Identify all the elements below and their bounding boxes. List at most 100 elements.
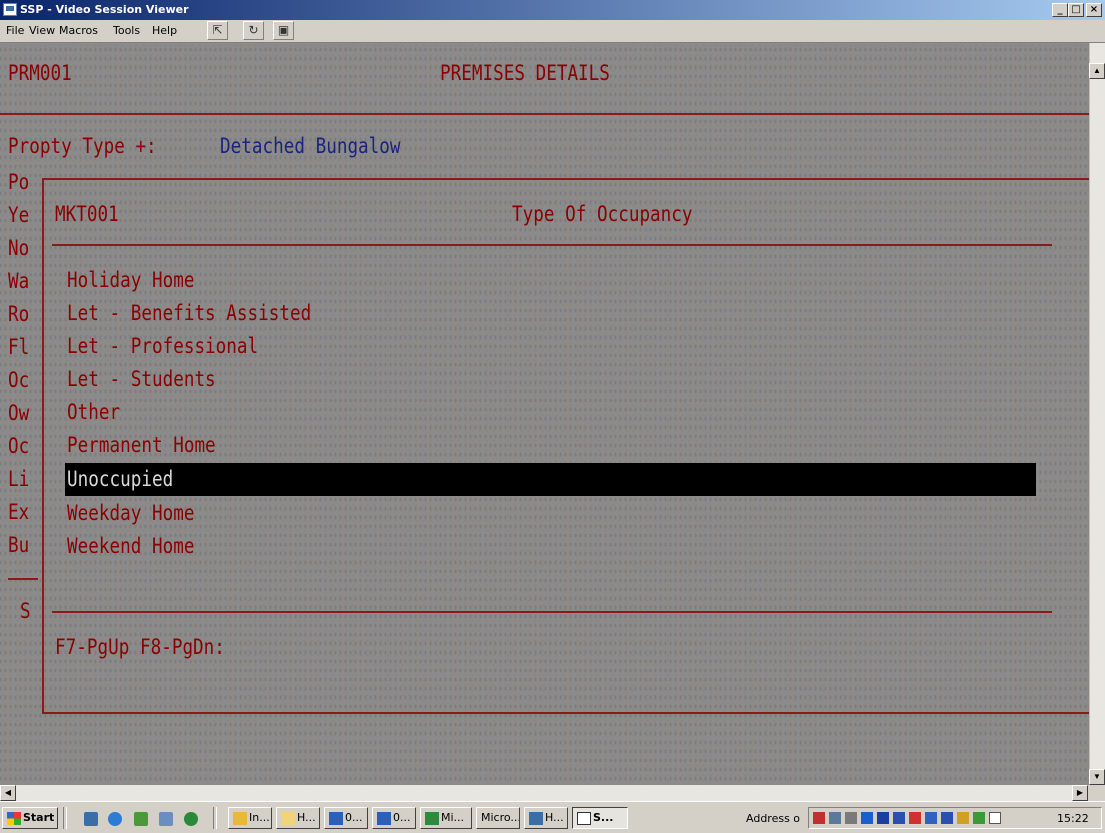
side-label: No [8,236,30,260]
volume-icon[interactable] [845,812,857,824]
window-title-bar: SSP - Video Session Viewer _ □ × [0,0,1105,20]
show-desktop-icon[interactable] [84,812,98,826]
selection-highlight [65,463,1036,496]
property-type-value[interactable]: Detached Bungalow [220,135,401,157]
task-button[interactable]: H... [524,807,568,829]
occupancy-option[interactable]: Weekday Home [67,502,194,524]
word-document-icon [377,811,391,825]
excel-icon [425,811,439,825]
popup-footer-divider [52,611,1052,613]
task-button[interactable]: Mi... [420,807,472,829]
vertical-scrollbar[interactable]: ▲ ▼ [1089,43,1105,785]
tray-app-icon[interactable] [957,812,969,824]
app-window-icon [529,811,543,825]
word-document-icon [329,811,343,825]
window-tool-icon[interactable]: ▣ [273,21,294,40]
taskbar-separator [213,807,217,829]
scroll-right-icon[interactable]: ▶ [1072,785,1088,801]
app-icon [3,3,17,16]
occupancy-option[interactable]: Permanent Home [67,434,216,456]
occupancy-option[interactable]: Let - Benefits Assisted [67,302,311,324]
side-divider [8,578,38,580]
tray-app-icon[interactable] [925,812,937,824]
popup-footer-keys: F7-PgUp F8-PgDn: [55,635,225,659]
ssp-viewer-icon [577,811,591,825]
system-tray: 15:22 [808,807,1102,829]
scroll-corner [1088,785,1105,801]
task-button[interactable]: 0... [372,807,416,829]
popup-header-divider [52,244,1052,246]
scroll-left-icon[interactable]: ◀ [0,785,16,801]
network-icon[interactable] [813,812,825,824]
menu-file[interactable]: File [6,24,24,37]
popup-left-border [42,178,44,714]
menu-bar: File View Macros Tools Help ⇱ ↻ ▣ [0,20,1105,43]
popup-bottom-border [42,712,1089,714]
scroll-up-icon[interactable]: ▲ [1089,63,1105,79]
screen-code: PRM001 [8,61,72,85]
property-type-label: Propty Type +: [8,134,157,158]
horizontal-scrollbar[interactable]: ◀ ▶ [0,785,1105,801]
quicklaunch-app-icon[interactable] [159,812,173,826]
tray-app-icon[interactable] [941,812,953,824]
side-label: Po [8,170,30,194]
side-label: Oc [8,434,30,458]
refresh-tool-icon[interactable]: ↻ [243,21,264,40]
terminal-screen[interactable]: PRM001 PREMISES DETAILS Propty Type +: D… [0,43,1089,785]
tray-app-icon[interactable] [893,812,905,824]
minimize-button[interactable]: _ [1052,3,1068,17]
task-button[interactable]: 0... [324,807,368,829]
occupancy-option[interactable]: Other [67,401,120,423]
media-player-icon[interactable] [184,812,198,826]
side-label-bottom: S [20,599,31,623]
menu-macros[interactable]: Macros [59,24,98,37]
folder-icon [281,811,295,825]
clock: 15:22 [1057,812,1089,825]
taskbar: Start In... H... 0... 0... Mi... Micro..… [0,801,1105,833]
tray-app-icon[interactable] [829,812,841,824]
popup-title: Type Of Occupancy [512,202,693,226]
address-label[interactable]: Address o [746,812,800,825]
popup-code: MKT001 [55,202,119,226]
occupancy-option-selected[interactable]: Unoccupied [67,468,173,490]
occupancy-option[interactable]: Weekend Home [67,535,194,557]
window-title: SSP - Video Session Viewer [20,3,189,16]
side-label: Ex [8,500,30,524]
internet-explorer-icon[interactable] [108,812,122,826]
side-label: Ye [8,203,30,227]
side-label: Oc [8,368,30,392]
tray-app-icon[interactable] [973,812,985,824]
task-button[interactable]: In... [228,807,272,829]
pointer-tool-icon[interactable]: ⇱ [207,21,228,40]
scroll-down-icon[interactable]: ▼ [1089,769,1105,785]
mail-icon[interactable] [989,812,1001,824]
windows-logo-icon [7,811,21,825]
side-label: Li [8,467,30,491]
side-label: Ro [8,302,30,326]
tray-app-icon[interactable] [861,812,873,824]
task-button-active[interactable]: S... [572,807,628,829]
taskbar-separator [63,807,67,829]
screen-title: PREMISES DETAILS [440,61,610,85]
occupancy-option[interactable]: Holiday Home [67,269,194,291]
tray-app-icon[interactable] [909,812,921,824]
close-button[interactable]: × [1086,3,1102,17]
occupancy-option[interactable]: Let - Students [67,368,216,390]
task-button[interactable]: H... [276,807,320,829]
start-button[interactable]: Start [2,807,58,829]
task-button[interactable]: Micro... [476,807,520,829]
menu-tools[interactable]: Tools [113,24,140,37]
side-label: Wa [8,269,30,293]
language-icon[interactable] [877,812,889,824]
side-label: Bu [8,533,30,557]
menu-view[interactable]: View [29,24,55,37]
header-divider [0,113,1089,115]
maximize-button[interactable]: □ [1068,3,1084,17]
occupancy-option[interactable]: Let - Professional [67,335,258,357]
side-label: Fl [8,335,30,359]
quicklaunch-app-icon[interactable] [134,812,148,826]
menu-help[interactable]: Help [152,24,177,37]
side-label: Ow [8,401,30,425]
start-label: Start [23,811,55,824]
popup-top-border [42,178,1089,180]
